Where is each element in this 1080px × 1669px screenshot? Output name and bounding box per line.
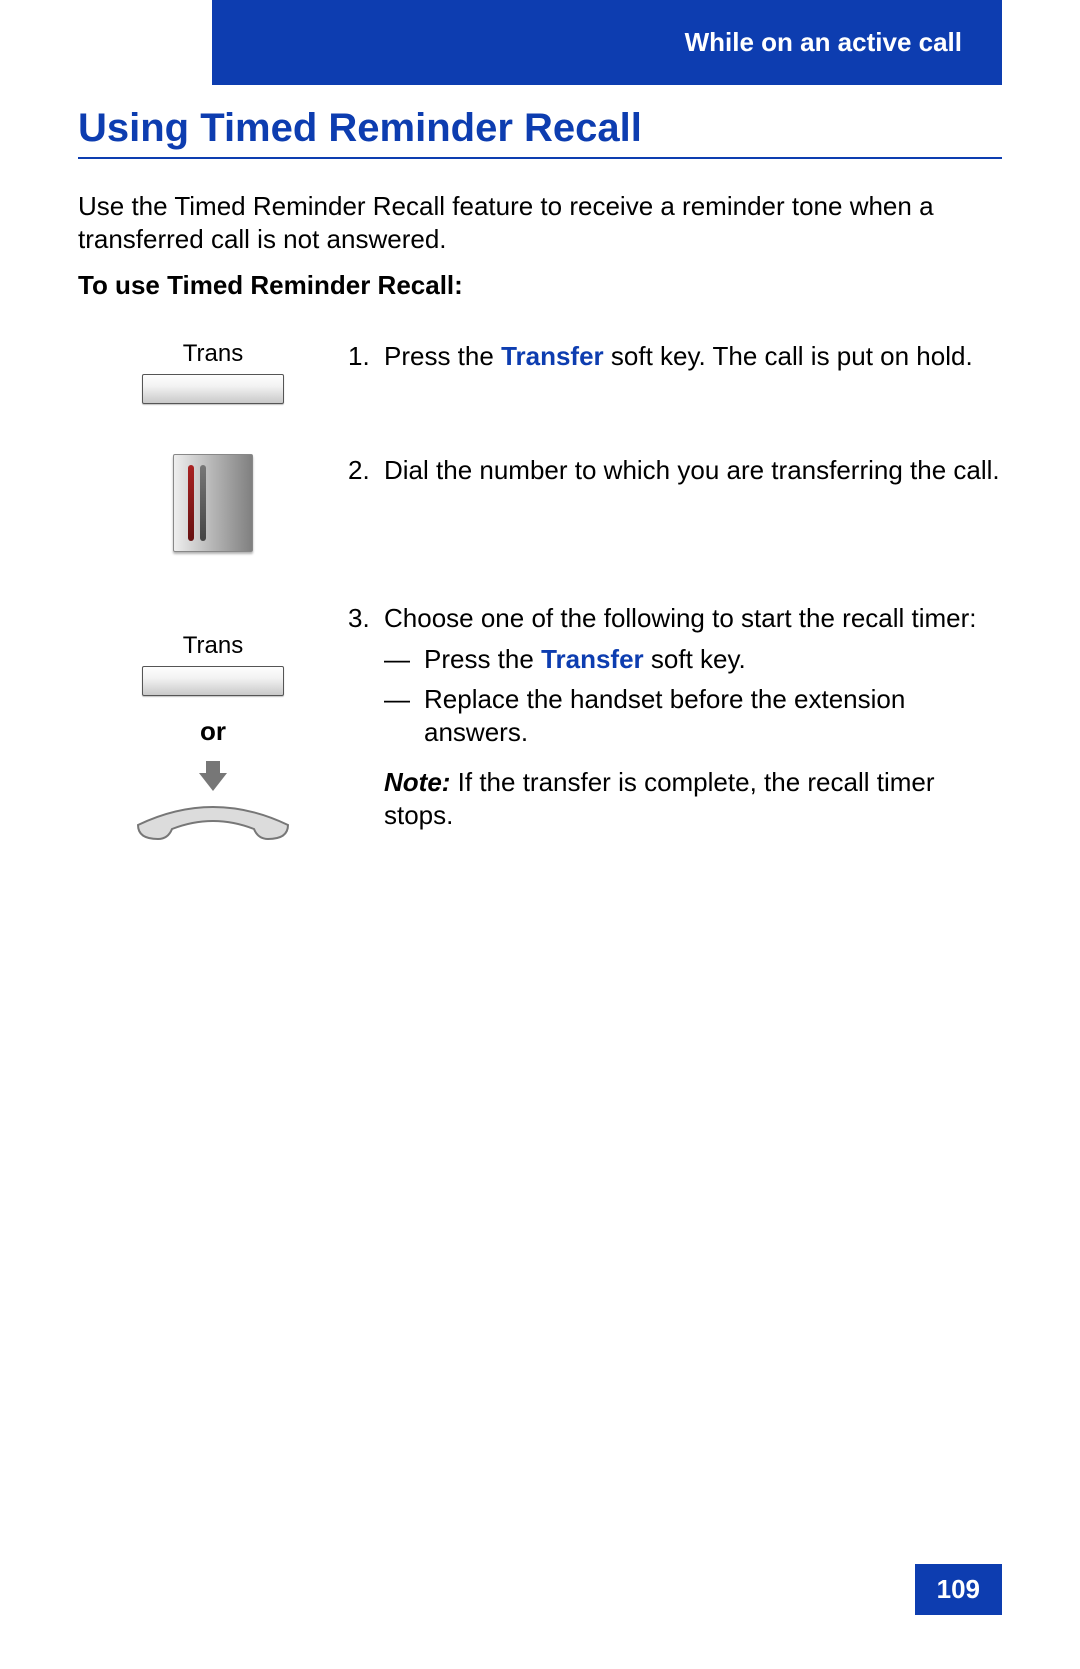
intro-paragraph: Use the Timed Reminder Recall feature to…	[78, 190, 988, 255]
softkey-label: Trans	[183, 340, 243, 368]
dash-icon: —	[384, 643, 424, 676]
step-3-opt1-post: soft key.	[644, 644, 746, 674]
transfer-term: Transfer	[501, 341, 604, 371]
header-bar: While on an active call	[212, 0, 1002, 85]
step-3-opt2: Replace the handset before the extension…	[424, 683, 1002, 748]
step-2-text: 2. Dial the number to which you are tran…	[348, 454, 1002, 487]
or-label: or	[200, 716, 226, 747]
step-1-text: 1. Press the Transfer soft key. The call…	[348, 340, 1002, 373]
softkey-label-2: Trans	[183, 632, 243, 660]
step-2: 2. Dial the number to which you are tran…	[78, 454, 1002, 552]
step-1-pre: Press the	[384, 341, 501, 371]
step-1-icon-col: Trans	[78, 340, 348, 404]
note-text: If the transfer is complete, the recall …	[384, 767, 935, 830]
phone-base-icon	[173, 454, 253, 552]
step-3-option-2: — Replace the handset before the extensi…	[384, 683, 1002, 748]
step-3-option-1: — Press the Transfer soft key.	[384, 643, 1002, 676]
header-section-title: While on an active call	[685, 27, 962, 58]
handset-icon	[128, 795, 298, 843]
step-3-note: Note: If the transfer is complete, the r…	[384, 766, 1002, 831]
arrow-down-icon	[199, 773, 227, 791]
step-2-body: Dial the number to which you are transfe…	[384, 454, 1000, 487]
page-title: Using Timed Reminder Recall	[78, 106, 1002, 159]
softkey-button-icon-2	[142, 666, 284, 696]
step-3-number: 3.	[348, 602, 384, 635]
transfer-term-2: Transfer	[541, 644, 644, 674]
softkey-button-icon	[142, 374, 284, 404]
step-3-opt1-pre: Press the	[424, 644, 541, 674]
dash-icon-2: —	[384, 683, 424, 748]
page-number: 109	[915, 1564, 1002, 1615]
step-2-icon-col	[78, 454, 348, 552]
step-1: Trans 1. Press the Transfer soft key. Th…	[78, 340, 1002, 404]
hangup-icon	[128, 761, 298, 843]
procedure-heading: To use Timed Reminder Recall:	[78, 270, 463, 301]
step-1-number: 1.	[348, 340, 384, 373]
step-3-icon-col: Trans or	[78, 602, 348, 843]
step-3-lead: Choose one of the following to start the…	[384, 602, 977, 635]
note-label: Note:	[384, 767, 450, 797]
steps-container: Trans 1. Press the Transfer soft key. Th…	[78, 340, 1002, 843]
step-3: Trans or 3. Choose one of the following …	[78, 602, 1002, 843]
step-1-post: soft key. The call is put on hold.	[604, 341, 973, 371]
step-3-text: 3. Choose one of the following to start …	[348, 602, 1002, 831]
step-2-number: 2.	[348, 454, 384, 487]
